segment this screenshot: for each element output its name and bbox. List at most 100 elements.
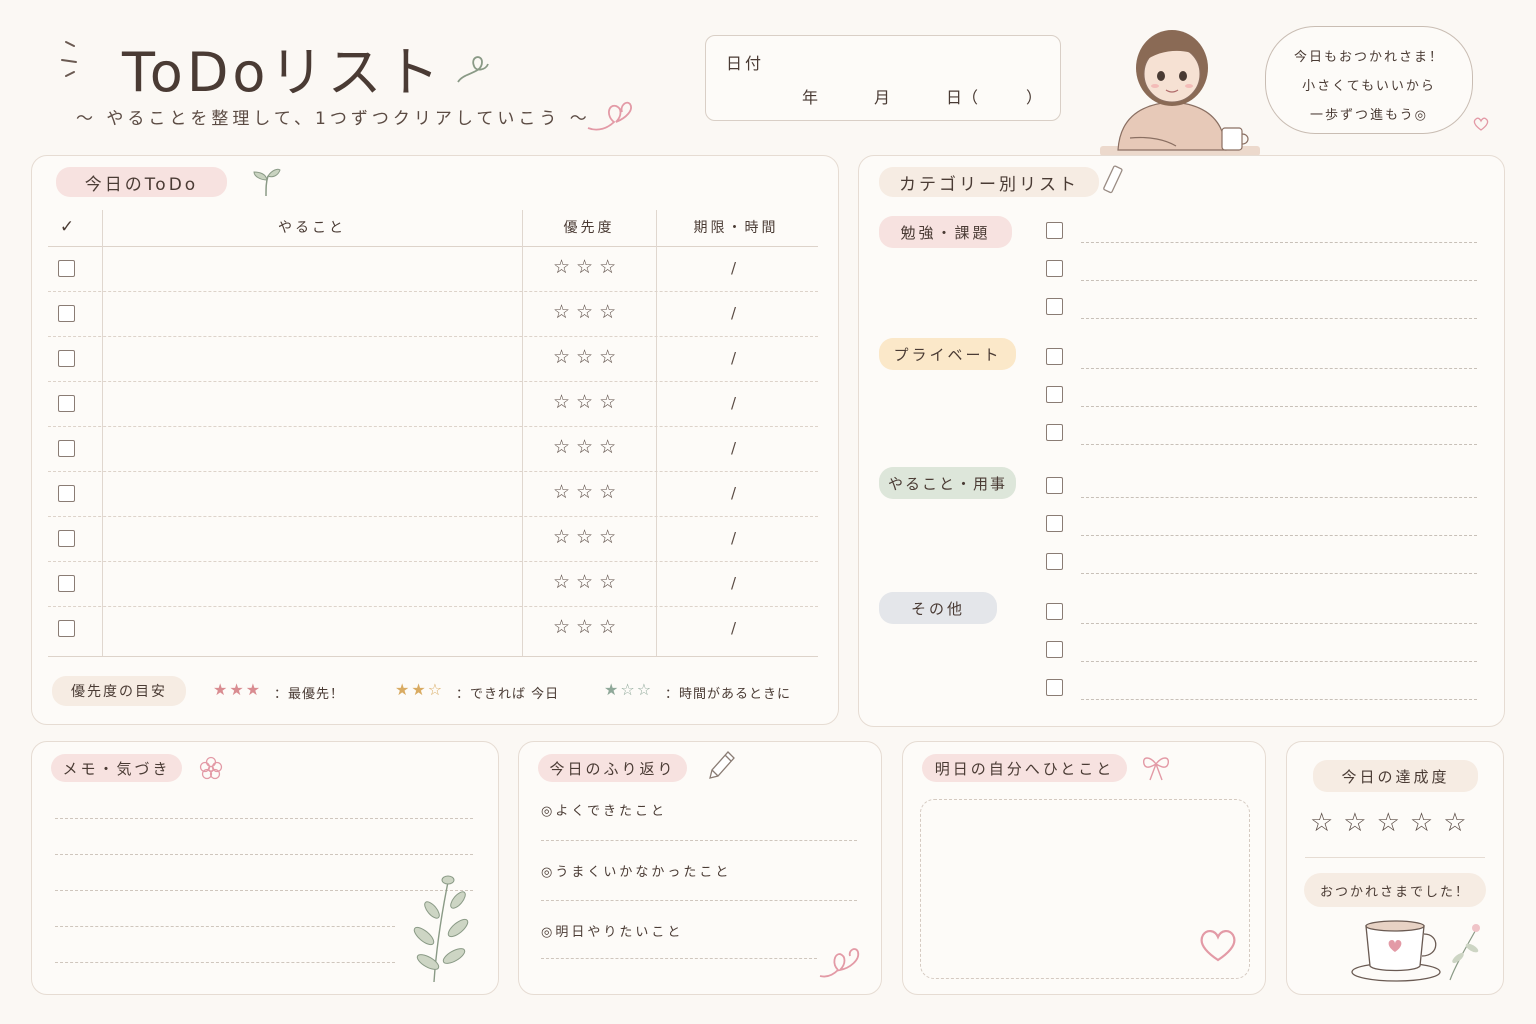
todo-deadline[interactable]: /	[731, 304, 736, 322]
todo-priority-stars[interactable]: ☆☆☆	[553, 301, 622, 323]
todo-checkbox[interactable]	[58, 440, 75, 457]
category-item-line[interactable]	[1081, 699, 1477, 700]
reflection-line[interactable]	[541, 958, 817, 959]
category-item-line[interactable]	[1081, 368, 1477, 369]
date-field[interactable]: 日付 年 月 日（ ）	[705, 35, 1061, 121]
category-item-line[interactable]	[1081, 661, 1477, 662]
speech-bubble: 今日もおつかれさま！ 小さくてもいいから 一歩ずつ進もう◎	[1265, 26, 1473, 134]
category-checkbox[interactable]	[1046, 679, 1063, 696]
memo-line[interactable]	[55, 926, 395, 927]
leaf-branch-icon	[388, 872, 484, 988]
todo-priority-stars[interactable]: ☆☆☆	[553, 481, 622, 503]
todo-deadline[interactable]: /	[731, 349, 736, 367]
todo-deadline[interactable]: /	[731, 529, 736, 547]
todo-deadline[interactable]: /	[731, 484, 736, 502]
category-checkbox[interactable]	[1046, 603, 1063, 620]
achievement-stars[interactable]: ☆☆☆☆☆	[1310, 808, 1477, 838]
category-item-line[interactable]	[1081, 318, 1477, 319]
date-label: 日付	[726, 54, 765, 73]
legend-text-mid: ：できれば 今日	[456, 687, 560, 702]
page-subtitle: 〜 やることを整理して、1つずつクリアしていこう 〜	[76, 109, 591, 129]
col-deadline: 期限・時間	[693, 220, 779, 236]
todo-checkbox[interactable]	[58, 620, 75, 637]
curl-icon	[452, 52, 492, 92]
todo-task-field[interactable]	[104, 473, 520, 514]
memo-line[interactable]	[55, 962, 395, 963]
todo-deadline[interactable]: /	[731, 574, 736, 592]
category-checkbox[interactable]	[1046, 222, 1063, 239]
reflection-good: ◎よくできたこと	[541, 804, 667, 819]
category-checkbox[interactable]	[1046, 424, 1063, 441]
todo-deadline[interactable]: /	[731, 394, 736, 412]
todo-checkbox[interactable]	[58, 575, 75, 592]
todo-task-field[interactable]	[104, 563, 520, 604]
table-row-divider	[48, 516, 818, 517]
todo-priority-stars[interactable]: ☆☆☆	[553, 256, 622, 278]
todo-task-field[interactable]	[104, 608, 520, 649]
category-item-line[interactable]	[1081, 444, 1477, 445]
todo-priority-stars[interactable]: ☆☆☆	[553, 526, 622, 548]
category-checkbox[interactable]	[1046, 260, 1063, 277]
table-row-divider	[48, 426, 818, 427]
category-item-line[interactable]	[1081, 535, 1477, 536]
bubble-line-3: 一歩ずつ進もう◎	[1310, 108, 1428, 123]
todo-deadline[interactable]: /	[731, 439, 736, 457]
category-checkbox[interactable]	[1046, 298, 1063, 315]
category-checkbox[interactable]	[1046, 386, 1063, 403]
col-check: ✓	[59, 217, 75, 237]
date-close-label: ）	[1026, 88, 1043, 107]
todo-priority-stars[interactable]: ☆☆☆	[553, 436, 622, 458]
todo-checkbox[interactable]	[58, 395, 75, 412]
todo-deadline[interactable]: /	[731, 619, 736, 637]
category-item-line[interactable]	[1081, 242, 1477, 243]
date-month-label: 月	[874, 88, 891, 107]
legend-stars-high: ★★★	[213, 680, 263, 699]
date-day-label: 日（	[946, 88, 979, 107]
category-item-line[interactable]	[1081, 406, 1477, 407]
category-checkbox[interactable]	[1046, 641, 1063, 658]
memo-line[interactable]	[55, 854, 473, 855]
reflection-line[interactable]	[541, 840, 857, 841]
category-checkbox[interactable]	[1046, 515, 1063, 532]
category-item-line[interactable]	[1081, 497, 1477, 498]
todo-task-field[interactable]	[104, 248, 520, 289]
category-item-line[interactable]	[1081, 280, 1477, 281]
todo-task-field[interactable]	[104, 383, 520, 424]
achievement-label: 今日の達成度	[1313, 760, 1478, 792]
flower-icon	[198, 755, 224, 785]
todo-priority-stars[interactable]: ☆☆☆	[553, 346, 622, 368]
todo-task-field[interactable]	[104, 518, 520, 559]
category-checkbox[interactable]	[1046, 348, 1063, 365]
todo-priority-stars[interactable]: ☆☆☆	[553, 616, 622, 638]
reflection-line[interactable]	[541, 900, 857, 901]
legend-text-low: ：時間があるときに	[665, 687, 792, 702]
date-year-label: 年	[802, 88, 819, 107]
category-checkbox[interactable]	[1046, 477, 1063, 494]
category-study: 勉強・課題	[879, 216, 1012, 248]
table-row-divider	[48, 606, 818, 607]
todo-task-field[interactable]	[104, 293, 520, 334]
todo-task-field[interactable]	[104, 338, 520, 379]
heart-icon	[1197, 926, 1239, 968]
todo-checkbox[interactable]	[58, 260, 75, 277]
reflection-bad: ◎うまくいかなかったこと	[541, 865, 732, 880]
memo-line[interactable]	[55, 818, 473, 819]
todo-checkbox[interactable]	[58, 485, 75, 502]
heart-doodle-icon	[586, 98, 636, 138]
todo-task-field[interactable]	[104, 428, 520, 469]
todo-checkbox[interactable]	[58, 305, 75, 322]
category-item-line[interactable]	[1081, 623, 1477, 624]
todo-checkbox[interactable]	[58, 530, 75, 547]
todo-priority-stars[interactable]: ☆☆☆	[553, 571, 622, 593]
table-row-divider	[48, 471, 818, 472]
category-checkbox[interactable]	[1046, 553, 1063, 570]
achievement-divider	[1305, 857, 1485, 858]
memo-label: メモ・気づき	[51, 754, 182, 782]
sparkle-icon	[60, 38, 82, 86]
todo-checkbox[interactable]	[58, 350, 75, 367]
todo-priority-stars[interactable]: ☆☆☆	[553, 391, 622, 413]
category-item-line[interactable]	[1081, 573, 1477, 574]
todo-deadline[interactable]: /	[731, 259, 736, 277]
col-task: やること	[278, 220, 346, 236]
col-divider-1	[102, 210, 103, 656]
